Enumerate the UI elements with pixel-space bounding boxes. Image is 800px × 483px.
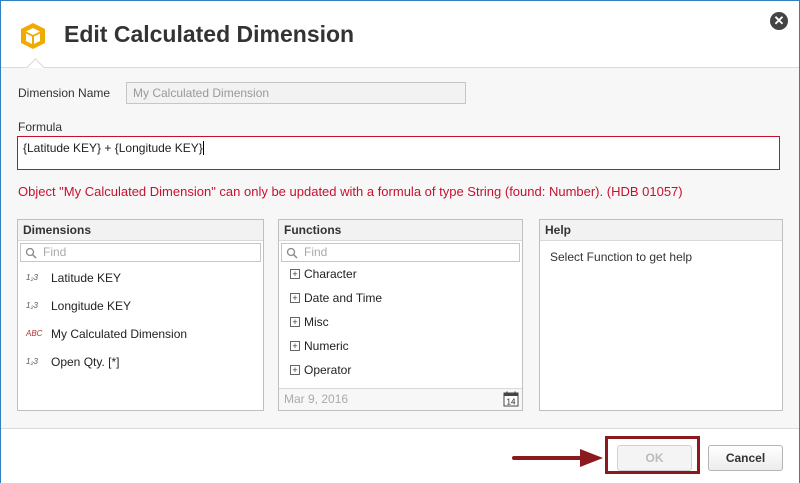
dialog-title: Edit Calculated Dimension: [64, 21, 355, 47]
string-type-icon: ABC: [26, 329, 43, 338]
dimensions-search-placeholder: Find: [43, 245, 67, 259]
function-category[interactable]: + Misc: [279, 310, 522, 334]
function-category-label: Numeric: [304, 339, 349, 353]
functions-panel: Functions Find + Character + Date and Ti…: [278, 219, 523, 411]
dimension-item[interactable]: 1₂3 Longitude KEY: [18, 292, 263, 320]
function-category-label: Character: [304, 267, 357, 281]
numeric-type-icon: 1₂3: [26, 301, 38, 310]
search-icon: [286, 247, 298, 259]
dimension-name-label: Dimension Name: [18, 86, 111, 100]
function-category[interactable]: + Operator: [279, 358, 522, 382]
cancel-button[interactable]: Cancel: [708, 445, 783, 471]
expand-icon[interactable]: +: [290, 341, 300, 351]
formula-input[interactable]: {Latitude KEY} + {Longitude KEY}: [17, 136, 780, 170]
dimensions-search-input[interactable]: Find: [20, 243, 261, 262]
expand-icon[interactable]: +: [290, 269, 300, 279]
function-category-label: Operator: [304, 363, 352, 377]
function-category-label: Date and Time: [304, 291, 383, 305]
close-icon[interactable]: ✕: [770, 12, 788, 30]
dialog-footer: OK Cancel: [1, 428, 799, 483]
numeric-type-icon: 1₂3: [26, 273, 38, 282]
text-caret: [202, 141, 204, 155]
functions-search-placeholder: Find: [304, 245, 328, 259]
expand-icon[interactable]: +: [290, 317, 300, 327]
dimension-item[interactable]: ABC My Calculated Dimension: [18, 320, 263, 348]
dimension-item-label: My Calculated Dimension: [51, 327, 188, 341]
function-category[interactable]: + Date and Time: [279, 286, 522, 310]
function-category-label: Misc: [304, 315, 329, 329]
formula-label: Formula: [18, 120, 63, 134]
numeric-type-icon: 1₂3: [26, 357, 38, 366]
annotation-arrow: [512, 449, 603, 467]
search-icon: [25, 247, 37, 259]
function-category[interactable]: + Character: [279, 262, 522, 286]
formula-text: {Latitude KEY} + {Longitude KEY}: [23, 141, 203, 155]
dimension-item[interactable]: 1₂3 Latitude KEY: [18, 264, 263, 292]
edit-calculated-dimension-dialog: Edit Calculated Dimension ✕ Dimension Na…: [0, 0, 800, 483]
dimension-item-label: Longitude KEY: [51, 299, 132, 313]
error-message: Object "My Calculated Dimension" can onl…: [18, 184, 683, 199]
dimensions-panel-title: Dimensions: [18, 220, 263, 241]
dimension-item-label: Latitude KEY: [51, 271, 122, 285]
expand-icon[interactable]: +: [290, 365, 300, 375]
cube-logo-icon: [21, 23, 45, 49]
expand-icon[interactable]: +: [290, 293, 300, 303]
dimension-name-input[interactable]: My Calculated Dimension: [126, 82, 466, 104]
help-text: Select Function to get help: [550, 250, 693, 264]
dimensions-panel: Dimensions Find 1₂3 Latitude KEY 1₂3 Lon…: [17, 219, 264, 411]
dialog-header: Edit Calculated Dimension ✕: [1, 1, 799, 77]
dimension-item-label: Open Qty. [*]: [51, 355, 120, 369]
ok-button[interactable]: OK: [617, 445, 692, 471]
calendar-icon[interactable]: 14: [503, 391, 519, 407]
function-category[interactable]: + Numeric: [279, 334, 522, 358]
functions-panel-title: Functions: [279, 220, 522, 241]
help-panel: Help Select Function to get help: [539, 219, 783, 411]
calendar-day: 14: [507, 398, 516, 407]
dimension-item[interactable]: 1₂3 Open Qty. [*]: [18, 348, 263, 376]
date-input[interactable]: Mar 9, 2016 14: [279, 388, 522, 410]
help-panel-title: Help: [540, 220, 782, 241]
date-value: Mar 9, 2016: [284, 392, 349, 406]
functions-search-input[interactable]: Find: [281, 243, 520, 262]
